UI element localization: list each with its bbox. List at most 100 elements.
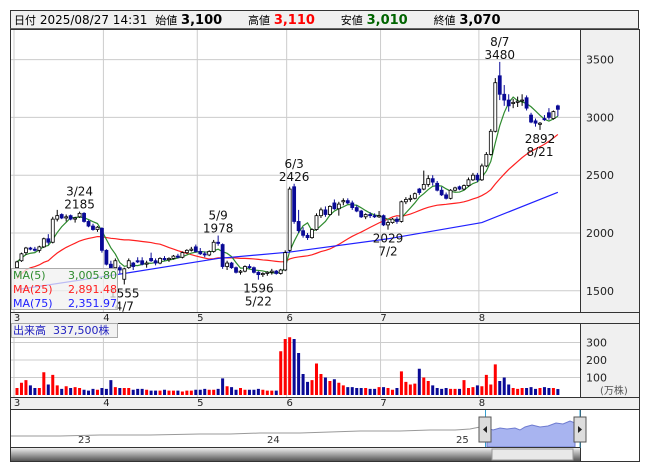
volume-bar xyxy=(19,382,23,395)
candle-down xyxy=(435,182,440,191)
candle-down xyxy=(457,186,462,190)
volume-bar xyxy=(51,374,55,395)
volume-bar xyxy=(386,388,390,395)
candle-up xyxy=(238,270,243,273)
candle-up xyxy=(377,215,381,218)
volume-bar xyxy=(140,388,144,395)
volume-bar xyxy=(55,385,59,395)
candle-down xyxy=(417,188,422,193)
volume-month-tick-label: 7 xyxy=(380,398,386,409)
volume-bar xyxy=(466,388,470,395)
candle-down xyxy=(506,99,511,107)
annotation-date: 3/24 xyxy=(66,185,93,199)
volume-bar xyxy=(145,389,149,395)
volume-value: 337,500株 xyxy=(53,324,110,337)
candle-down xyxy=(216,241,221,244)
candle-up xyxy=(466,179,471,187)
stock-chart[interactable]: 3/24218515554/75/9197815965/226/32426202… xyxy=(0,0,653,470)
candle-up xyxy=(269,270,274,273)
candle-down xyxy=(68,215,73,220)
price-tick-label: 2000 xyxy=(586,227,614,240)
ma25-label: MA(25) xyxy=(13,283,53,296)
candle-up xyxy=(19,253,24,262)
annotation-date: 6/3 xyxy=(284,157,303,171)
candle-up xyxy=(55,215,60,220)
volume-bar xyxy=(471,387,475,395)
month-tick-label: 6 xyxy=(286,313,292,324)
candle-up xyxy=(73,217,78,220)
volume-bar xyxy=(109,380,113,395)
volume-month-tick-label: 8 xyxy=(479,398,485,409)
volume-bar xyxy=(319,374,323,395)
volume-bar xyxy=(520,388,524,395)
candle-down xyxy=(292,186,297,222)
volume-bar xyxy=(203,388,207,395)
volume-bar xyxy=(332,379,336,395)
volume-bar xyxy=(163,389,167,395)
candle-down xyxy=(372,215,377,218)
annotation-price: 2426 xyxy=(279,170,310,184)
annotation-price: 3480 xyxy=(484,48,515,62)
volume-bar xyxy=(28,385,32,395)
volume-bar xyxy=(337,382,341,395)
candle-up xyxy=(408,197,413,200)
candle-up xyxy=(207,251,212,256)
volume-bar xyxy=(516,388,520,395)
volume-bar xyxy=(413,383,417,395)
candle-down xyxy=(323,209,328,215)
scrollbar-thumb[interactable] xyxy=(491,448,574,461)
candle-down xyxy=(104,249,109,265)
volume-bar xyxy=(547,388,551,395)
annotation-price: 1596 xyxy=(243,282,274,296)
candle-up xyxy=(314,215,319,230)
volume-bar xyxy=(417,368,421,395)
volume-bar xyxy=(435,388,439,395)
volume-bar xyxy=(127,388,131,395)
volume-bar xyxy=(355,388,359,395)
annotation-price: 2185 xyxy=(64,198,95,212)
candle-up xyxy=(426,178,431,185)
month-tick-label: 7 xyxy=(380,313,386,324)
volume-bar xyxy=(104,388,108,395)
candle-up xyxy=(15,261,19,269)
candle-up xyxy=(386,222,390,226)
volume-bar xyxy=(256,388,260,395)
candle-down xyxy=(198,251,203,255)
navigator-year-label: 23 xyxy=(78,435,91,446)
candle-up xyxy=(171,255,176,259)
candle-up xyxy=(95,226,100,230)
volume-bar xyxy=(350,387,354,395)
volume-bar xyxy=(60,388,64,395)
candle-down xyxy=(247,266,252,269)
candle-down xyxy=(430,178,435,183)
ma75-value: 2,351.97 xyxy=(68,297,117,310)
volume-bar xyxy=(207,389,211,395)
candle-down xyxy=(82,212,86,222)
volume-bar xyxy=(538,388,542,395)
volume-bar xyxy=(498,381,502,395)
candle-up xyxy=(189,248,194,251)
candle-down xyxy=(439,189,444,196)
candle-down xyxy=(444,194,449,199)
volume-bar xyxy=(243,389,247,395)
candle-up xyxy=(167,258,171,260)
volume-bar xyxy=(542,387,546,395)
ma75-label: MA(75) xyxy=(13,297,53,310)
volume-bar xyxy=(458,388,462,395)
candle-up xyxy=(453,187,457,191)
volume-bar xyxy=(274,390,278,395)
volume-bar xyxy=(131,389,135,395)
candle-down xyxy=(229,262,234,269)
candle-down xyxy=(529,114,533,123)
navigator-year-label: 25 xyxy=(456,435,469,446)
volume-bar xyxy=(158,390,162,395)
ma25-value: 2,891.48 xyxy=(68,283,117,296)
volume-bar xyxy=(297,353,301,395)
candle-up xyxy=(515,100,520,103)
candle-down xyxy=(117,267,122,271)
candle-up xyxy=(462,185,466,190)
range-navigator[interactable]: 23 24 25 xyxy=(11,410,639,461)
volume-bar xyxy=(453,388,457,395)
volume-bar xyxy=(64,386,68,395)
candle-down xyxy=(542,118,547,121)
